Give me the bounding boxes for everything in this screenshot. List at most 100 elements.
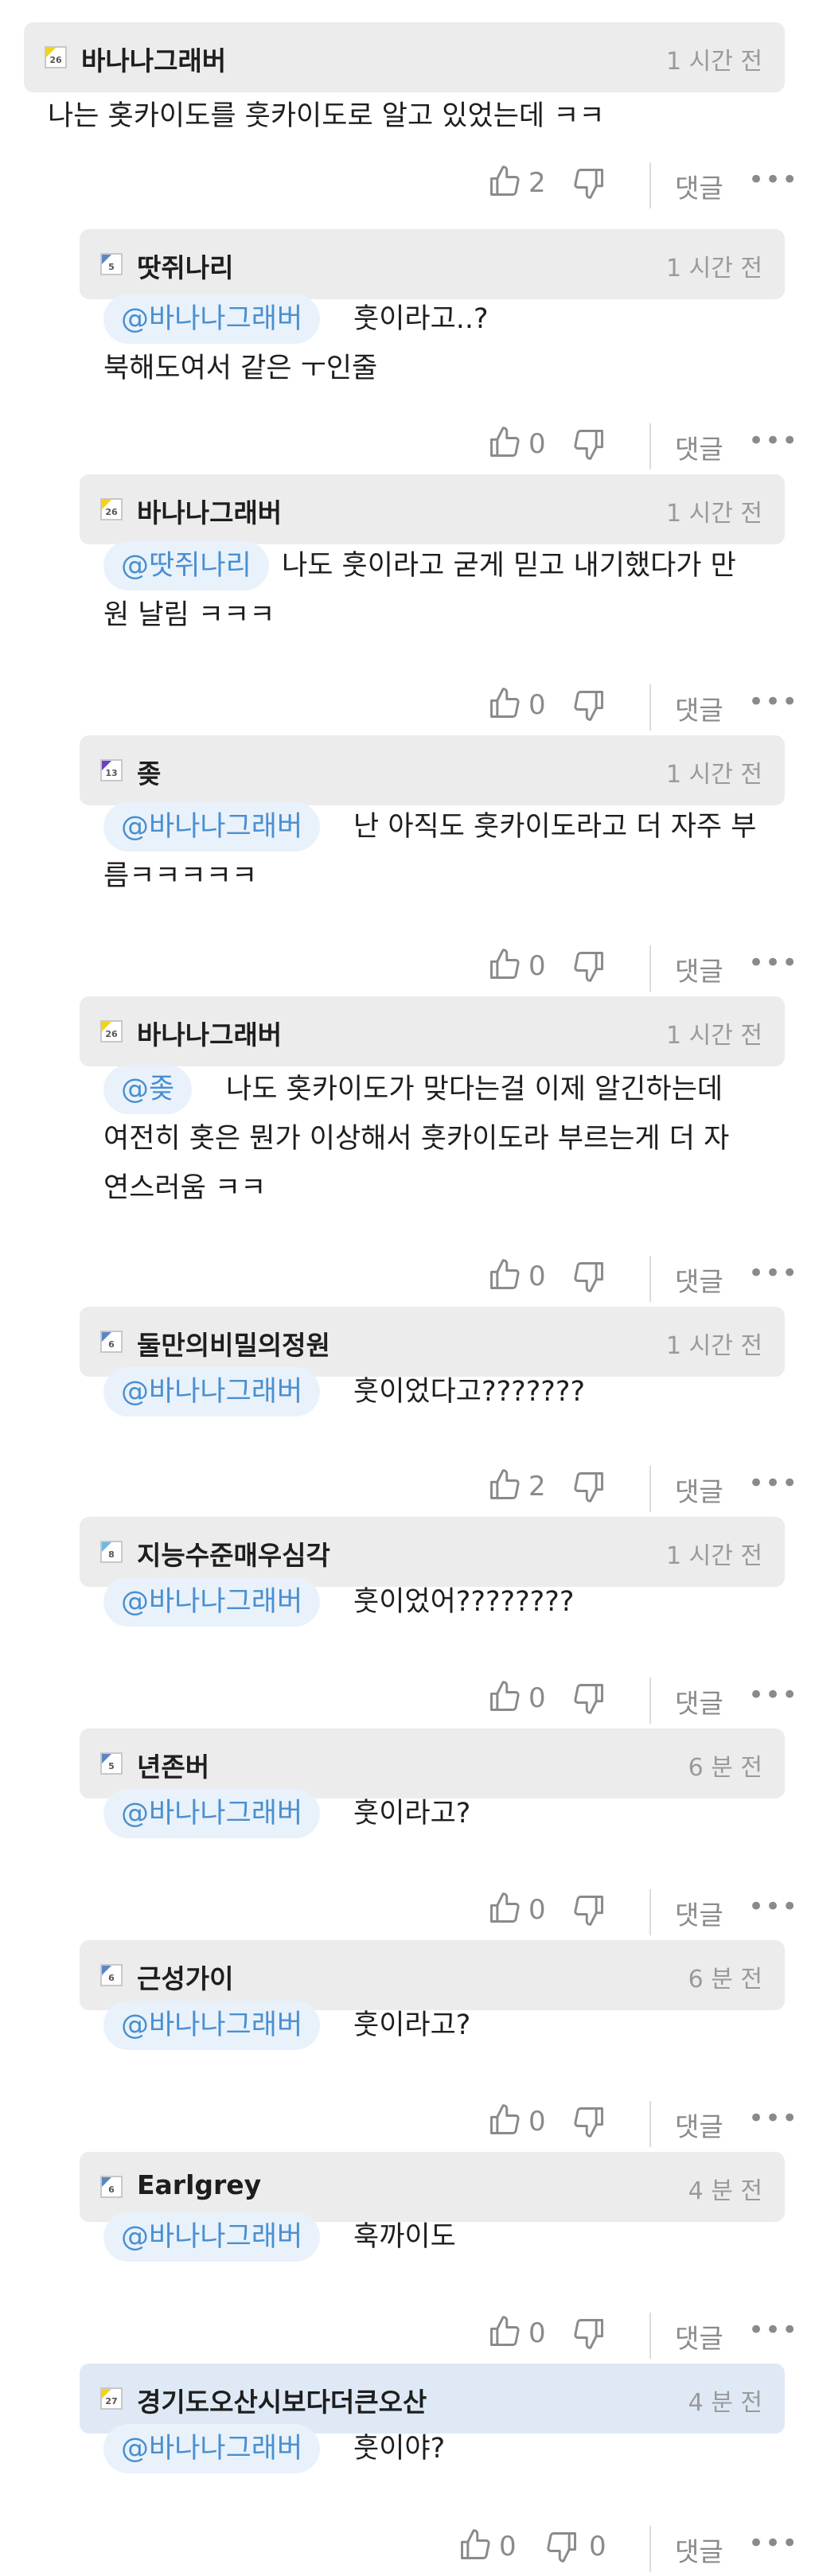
thumbs-up-icon[interactable] [487,164,522,199]
username[interactable]: 바나나그래버 [137,1014,282,1052]
mention-tag[interactable]: @바나나그래버 [103,2424,321,2473]
like-count: 0 [528,689,546,721]
thumbs-down-icon[interactable] [571,1892,606,1927]
thumbs-down-icon[interactable] [571,1469,606,1504]
level-number: 26 [49,55,62,65]
thumbs-up-icon[interactable] [487,686,522,721]
username[interactable]: 땃쥐나리 [137,247,233,285]
more-dots-icon[interactable]: ••• [748,2102,798,2134]
thumbs-down-icon[interactable] [571,2104,606,2139]
thumbs-down-icon[interactable] [571,427,606,462]
username[interactable]: 좆 [137,753,161,791]
comment-text-line: 북해도여서 같은 ㅜ인줄 [103,353,378,384]
mention-tag[interactable]: @바나나그래버 [103,802,321,852]
username[interactable]: Earlgrey [137,2169,261,2200]
level-badge-icon: 26 [45,46,67,68]
comment-text-line: 나도 훗이라고 굳게 믿고 내기했다가 만 [282,550,736,582]
username[interactable]: 바나나그래버 [81,40,226,78]
reply-button[interactable]: 댓글 [675,1261,723,1299]
more-dots-icon[interactable]: ••• [748,2527,798,2559]
more-dots-icon[interactable]: ••• [748,1679,798,1711]
comment-header: 8 지능수준매우심각 1 시간 전 [80,1517,785,1587]
more-dots-icon[interactable]: ••• [748,425,798,457]
mention-tag[interactable]: @바나나그래버 [103,294,321,344]
comment-text-line: 원 날림 ㅋㅋㅋ [103,599,275,631]
comment-text-line: 연스러움 ㅋㅋ [103,1172,267,1204]
timestamp: 6 분 전 [688,1966,762,1993]
reply-button[interactable]: 댓글 [675,1471,723,1509]
username[interactable]: 경기도오산시보다더큰오산 [137,2381,427,2419]
reply-button[interactable]: 댓글 [675,167,723,205]
mention-tag[interactable]: @바나나그래버 [103,1789,321,1838]
more-dots-icon[interactable]: ••• [748,1891,798,1923]
username[interactable]: 근성가이 [137,1958,233,1996]
thumbs-up-icon[interactable] [487,1257,522,1292]
more-dots-icon[interactable]: ••• [748,164,798,196]
thumbs-up-icon[interactable] [487,947,522,982]
more-dots-icon[interactable]: ••• [748,947,798,979]
comment-text-line: 나도 홋카이도가 맞다는걸 이제 알긴하는데 [226,1074,723,1105]
reply-button[interactable]: 댓글 [675,1682,723,1721]
reply-button[interactable]: 댓글 [675,1894,723,1932]
mention-tag[interactable]: @바나나그래버 [103,2001,321,2050]
mention-tag[interactable]: @좆 [103,1065,193,1114]
level-number: 5 [108,262,115,272]
mention-tag[interactable]: @바나나그래버 [103,1367,321,1417]
comment-text-line: 훗이라고? [353,2009,471,2041]
thumbs-down-icon[interactable] [571,1259,606,1294]
mention-tag[interactable]: @바나나그래버 [103,1577,321,1627]
more-dots-icon[interactable]: ••• [748,1257,798,1289]
mention-tag[interactable]: @바나나그래버 [103,2212,321,2262]
level-badge-icon: 13 [100,759,123,781]
timestamp: 1 시간 전 [666,761,762,789]
more-dots-icon[interactable]: ••• [748,686,798,718]
action-divider [649,2101,651,2147]
timestamp: 1 시간 전 [666,500,762,528]
thumbs-down-icon[interactable] [571,166,606,201]
reply-button[interactable]: 댓글 [675,428,723,466]
username[interactable]: 지능수준매우심각 [137,1534,330,1572]
level-number: 6 [108,2184,115,2195]
more-dots-icon[interactable]: ••• [748,2314,798,2346]
level-number: 26 [105,507,118,517]
thumbs-down-icon[interactable] [544,2529,579,2564]
reply-button[interactable]: 댓글 [675,950,723,988]
thumbs-up-icon[interactable] [487,1891,522,1926]
reply-button[interactable]: 댓글 [675,2317,723,2356]
reply-button[interactable]: 댓글 [675,2531,723,2569]
username[interactable]: 바나나그래버 [137,492,282,530]
action-divider [649,423,651,470]
username[interactable]: 둘만의비밀의정원 [137,1324,330,1362]
comment-text-line: 훗이야? [353,2433,446,2465]
thumbs-down-icon[interactable] [571,1681,606,1716]
thumbs-up-icon[interactable] [487,2314,522,2349]
thumbs-up-icon[interactable] [458,2527,493,2562]
thumbs-up-icon[interactable] [487,1679,522,1714]
level-number: 8 [108,1549,115,1560]
comment-text-line: 난 아직도 훗카이도라고 더 자주 부 [353,811,757,843]
thumbs-up-icon[interactable] [487,2102,522,2138]
comment-thread: 26 바나나그래버 1 시간 전 나는 홋카이도를 훗카이도로 알고 있었는데 ㅋㅋ 2… [0,0,815,2576]
like-count: 0 [528,2317,546,2349]
level-badge-icon: 26 [100,498,123,520]
like-count: 0 [528,2106,546,2138]
like-count: 0 [528,1894,546,1926]
more-dots-icon[interactable]: ••• [748,1467,798,1499]
comment-header: 5 년존버 6 분 전 [80,1728,785,1799]
thumbs-up-icon[interactable] [487,1467,522,1502]
reply-button[interactable]: 댓글 [675,689,723,727]
reply-button[interactable]: 댓글 [675,2106,723,2144]
username[interactable]: 년존버 [137,1746,209,1784]
mention-tag[interactable]: @땃쥐나리 [103,541,269,590]
comment-header: 26 바나나그래버 1 시간 전 [24,22,785,92]
thumbs-up-icon[interactable] [487,425,522,460]
thumbs-down-icon[interactable] [571,2316,606,2351]
level-badge-icon: 6 [100,2176,123,2198]
action-divider [649,684,651,731]
thumbs-down-icon[interactable] [571,688,606,723]
comment-header: 5 땃쥐나리 1 시간 전 [80,229,785,299]
like-count: 0 [528,428,546,460]
like-count: 0 [528,950,546,982]
level-number: 6 [108,1339,115,1350]
thumbs-down-icon[interactable] [571,949,606,984]
